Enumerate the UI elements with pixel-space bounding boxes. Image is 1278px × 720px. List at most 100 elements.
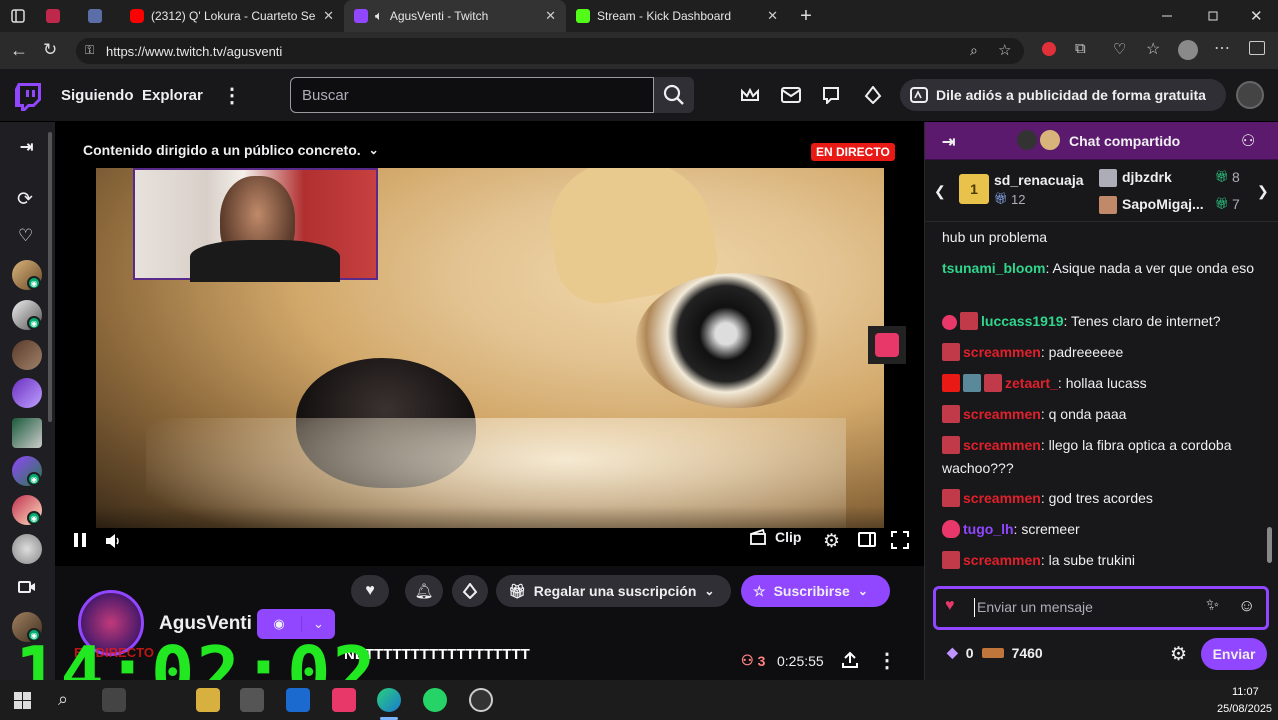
bits-icon[interactable]: [864, 85, 882, 109]
channel-avatar[interactable]: [12, 534, 42, 564]
clip-button[interactable]: Clip: [749, 528, 801, 546]
obs-icon[interactable]: [469, 688, 493, 712]
pause-button[interactable]: [73, 532, 87, 553]
sidebar-toggle-icon[interactable]: [1249, 41, 1265, 55]
browser-tab-kick[interactable]: Stream - Kick Dashboard ✕: [566, 0, 788, 32]
chat-username[interactable]: screammen: [963, 552, 1041, 568]
speaker-icon[interactable]: 🔈︎: [375, 8, 383, 24]
heart-badge-icon[interactable]: ♥: [945, 597, 955, 615]
taskbar-search-icon[interactable]: ⌕: [58, 689, 68, 710]
close-tab-icon[interactable]: ✕: [767, 8, 778, 24]
emote-picker-icon[interactable]: ☺: [1238, 596, 1255, 616]
chat-scrollbar[interactable]: [1267, 527, 1272, 563]
favorite-star-icon[interactable]: ☆: [998, 41, 1011, 59]
search-input[interactable]: Buscar: [290, 77, 654, 113]
leaderboard-third-name[interactable]: SapoMigaj...: [1122, 196, 1204, 212]
channel-avatar[interactable]: [12, 418, 42, 448]
share-icon[interactable]: [841, 651, 859, 674]
more-options-icon[interactable]: ⋮: [877, 648, 897, 673]
chat-username[interactable]: tugo_lh: [963, 521, 1014, 537]
chat-username[interactable]: screammen: [963, 490, 1041, 506]
magic-wand-icon[interactable]: ✨︎: [1206, 597, 1219, 615]
profile-avatar[interactable]: [1178, 40, 1198, 60]
chat-input[interactable]: ♥ Enviar un mensaje ✨︎ ☺: [933, 586, 1269, 630]
tiktok-icon[interactable]: [332, 688, 356, 712]
taskbar-app-icon[interactable]: [240, 688, 264, 712]
chat-settings-icon[interactable]: ⚙: [1170, 643, 1187, 666]
chat-username[interactable]: luccass1919: [981, 313, 1064, 329]
theatre-mode-icon[interactable]: [858, 532, 876, 547]
chat-username[interactable]: zetaart_: [1005, 375, 1058, 391]
leaderboard-next-icon[interactable]: ❯: [1257, 183, 1269, 200]
zoom-icon[interactable]: ⌕: [970, 42, 978, 59]
site-info-icon[interactable]: ⚿: [85, 43, 94, 58]
channel-avatar[interactable]: [12, 340, 42, 370]
maximize-button[interactable]: [1206, 9, 1220, 23]
more-nav-icon[interactable]: ⋮: [222, 83, 242, 108]
channel-avatar[interactable]: [12, 378, 42, 408]
inbox-icon[interactable]: [781, 87, 801, 108]
window-menu-icon[interactable]: [0, 0, 36, 32]
collapse-chat-icon[interactable]: ⇥: [942, 132, 955, 152]
whispers-icon[interactable]: [822, 86, 840, 109]
extension-icon[interactable]: [1042, 42, 1056, 56]
file-explorer-icon[interactable]: [196, 688, 220, 712]
bits-bar-icon: [981, 647, 1004, 658]
volume-icon[interactable]: [105, 533, 121, 554]
follow-heart-button[interactable]: ♥: [351, 575, 389, 607]
user-avatar[interactable]: [1236, 81, 1264, 109]
leaderboard-prev-icon[interactable]: ❮: [934, 183, 946, 200]
expand-sidebar-icon[interactable]: ⇥: [20, 137, 33, 157]
nav-browse[interactable]: Explorar: [142, 87, 203, 104]
content-warning[interactable]: Contenido dirigido a un público concreto…: [83, 142, 379, 158]
chat-users-icon[interactable]: ⚇: [1241, 131, 1255, 151]
sidebar-scrollbar[interactable]: [48, 132, 52, 422]
whatsapp-icon[interactable]: [423, 688, 447, 712]
browser-tab-twitch[interactable]: 🔈︎ AgusVenti - Twitch ✕: [344, 0, 566, 32]
send-button[interactable]: Enviar: [1201, 638, 1267, 670]
kick-badge-icon: [942, 551, 960, 569]
browser-tab-2[interactable]: [78, 0, 120, 32]
chat-username[interactable]: screammen: [963, 406, 1041, 422]
performance-icon[interactable]: ♡: [1113, 40, 1126, 58]
video-player[interactable]: Contenido dirigido a un público concreto…: [55, 122, 924, 566]
followed-heart-icon[interactable]: ♡: [18, 226, 33, 246]
search-button[interactable]: [654, 77, 694, 113]
chat-username[interactable]: screammen: [963, 344, 1041, 360]
chat-username[interactable]: screammen: [963, 437, 1041, 453]
recommended-icon[interactable]: ⟳: [17, 188, 33, 211]
notification-bell-button[interactable]: 🔔︎: [405, 575, 443, 607]
prime-crown-icon[interactable]: [740, 87, 760, 108]
close-tab-icon[interactable]: ✕: [323, 8, 334, 24]
new-tab-button[interactable]: +: [788, 5, 824, 28]
nav-following[interactable]: Siguiendo: [61, 87, 134, 104]
minimize-button[interactable]: [1160, 9, 1174, 23]
ad-free-button[interactable]: Dile adiós a publicidad de forma gratuit…: [900, 79, 1226, 111]
browser-tab-1[interactable]: [36, 0, 78, 32]
more-options-icon[interactable]: ⋯: [1214, 38, 1230, 58]
browser-tab-youtube[interactable]: (2312) Q' Lokura - Cuarteto Sesi ✕: [120, 0, 344, 32]
back-button[interactable]: ←: [10, 40, 28, 61]
close-window-button[interactable]: ✕: [1250, 7, 1263, 25]
channel-points[interactable]: ◆ 0 7460: [947, 644, 1043, 661]
close-tab-icon[interactable]: ✕: [545, 8, 556, 24]
reload-button[interactable]: ↻: [43, 40, 57, 60]
extension-overlay-icon[interactable]: [868, 326, 906, 364]
twitch-logo-icon[interactable]: [15, 83, 41, 116]
extensions-puzzle-icon[interactable]: ⧉: [1075, 40, 1086, 57]
task-view-icon[interactable]: [102, 688, 126, 712]
leaderboard-second-name[interactable]: djbzdrk: [1122, 169, 1172, 185]
settings-gear-icon[interactable]: ⚙: [823, 530, 840, 553]
start-button-icon[interactable]: [14, 692, 31, 709]
edge-browser-icon[interactable]: [377, 688, 401, 712]
fullscreen-icon[interactable]: [891, 531, 909, 554]
subscribe-button[interactable]: ☆ Suscribirse ⌄: [741, 575, 890, 607]
favorites-icon[interactable]: ☆: [1146, 39, 1160, 59]
gift-sub-button[interactable]: 🎁︎ Regalar una suscripción ⌄: [496, 575, 731, 607]
chat-username[interactable]: tsunami_bloom: [942, 260, 1045, 276]
outlook-icon[interactable]: [286, 688, 310, 712]
video-camera-icon[interactable]: [18, 580, 36, 599]
address-bar[interactable]: ⚿ https://www.twitch.tv/agusventi ⌕ ☆: [76, 38, 1024, 64]
bits-button[interactable]: [452, 575, 488, 607]
leaderboard-first-name[interactable]: sd_renacuaja: [994, 172, 1084, 188]
